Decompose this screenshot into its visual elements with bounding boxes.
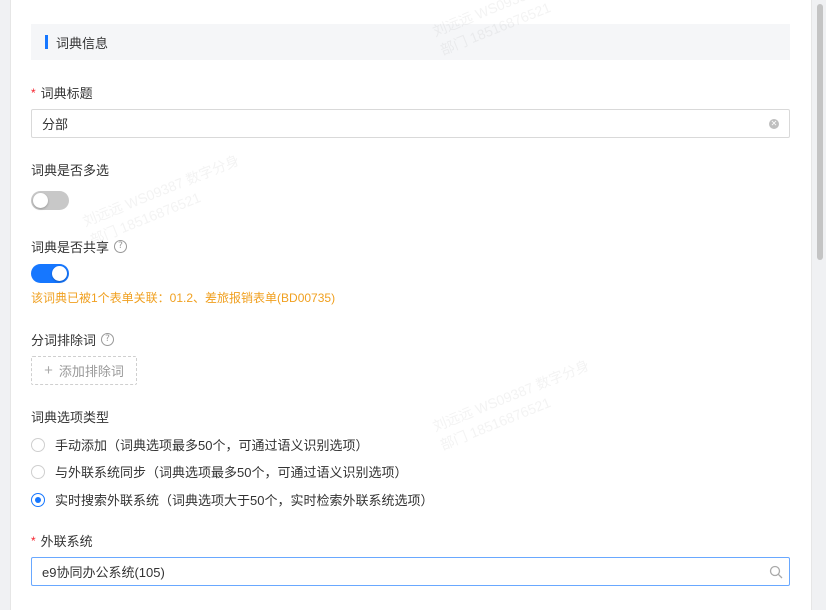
external-system-label-text: 外联系统: [40, 534, 93, 549]
multi-select-label: 词典是否多选: [31, 160, 109, 179]
add-exclude-word-label: 添加排除词: [58, 364, 124, 379]
dict-title-value[interactable]: 分部: [32, 114, 769, 133]
toggle-knob: [33, 193, 48, 208]
multi-select-label-text: 词典是否多选: [31, 163, 110, 178]
required-asterisk-icon: *: [31, 85, 36, 100]
option-type-label-text: 词典选项类型: [31, 410, 110, 425]
dict-title-label: * 词典标题: [31, 83, 93, 102]
radio-option-realtime[interactable]: 实时搜索外联系统（词典选项大于50个，实时检索外联系统选项）: [31, 490, 433, 509]
multi-select-toggle[interactable]: [31, 191, 69, 210]
exclude-words-label-text: 分词排除词: [31, 333, 97, 348]
watermark-line: 刘远远 WS09387 数字分身: [430, 356, 592, 435]
question-circle-icon[interactable]: ?: [114, 240, 128, 253]
shared-label-text: 词典是否共享: [31, 240, 110, 255]
section-title: 词典信息: [56, 35, 109, 51]
option-type-label: 词典选项类型: [31, 407, 109, 426]
required-asterisk-icon: *: [31, 533, 36, 548]
radio-option-label[interactable]: 与外联系统同步（词典选项最多50个，可通过语义识别选项）: [55, 462, 407, 481]
toggle-knob: [52, 266, 67, 281]
radio-button-checked[interactable]: [31, 492, 45, 507]
shared-notice: 该词典已被1个表单关联：01.2、差旅报销表单(BD00735): [31, 291, 336, 305]
watermark: 刘远远 WS09387 数字分身 部门 18516876521: [430, 355, 600, 455]
clear-icon[interactable]: ✕: [769, 118, 779, 129]
shared-label: 词典是否共享 ?: [31, 237, 128, 256]
dict-title-input[interactable]: 分部 ✕: [31, 109, 790, 138]
radio-option-label[interactable]: 实时搜索外联系统（词典选项大于50个，实时检索外联系统选项）: [55, 490, 433, 509]
watermark-line: 部门 18516876521: [437, 394, 553, 454]
radio-button[interactable]: [31, 437, 45, 452]
radio-button[interactable]: [31, 464, 45, 479]
external-system-select[interactable]: e9协同办公系统(105): [31, 557, 790, 586]
radio-option-manual[interactable]: 手动添加（词典选项最多50个，可通过语义识别选项）: [31, 435, 368, 454]
dictionary-form-panel: 词典信息 * 词典标题 分部 ✕ 词典是否多选 词典是否共享 ? 该词典已被1个…: [10, 0, 812, 610]
search-icon[interactable]: [769, 565, 783, 579]
exclude-words-label: 分词排除词 ?: [31, 330, 115, 349]
plus-icon: +: [44, 362, 53, 379]
dict-title-label-text: 词典标题: [40, 86, 93, 101]
add-exclude-word-button[interactable]: + 添加排除词: [31, 356, 137, 385]
section-header: 词典信息: [31, 24, 790, 60]
radio-option-sync[interactable]: 与外联系统同步（词典选项最多50个，可通过语义识别选项）: [31, 462, 407, 481]
scrollbar-thumb[interactable]: [817, 4, 823, 260]
radio-option-label[interactable]: 手动添加（词典选项最多50个，可通过语义识别选项）: [55, 435, 368, 454]
question-circle-icon[interactable]: ?: [101, 333, 115, 346]
external-system-value[interactable]: e9协同办公系统(105): [32, 562, 769, 581]
shared-toggle[interactable]: [31, 264, 69, 283]
section-accent-bar: [45, 35, 48, 49]
external-system-label: * 外联系统: [31, 531, 93, 550]
